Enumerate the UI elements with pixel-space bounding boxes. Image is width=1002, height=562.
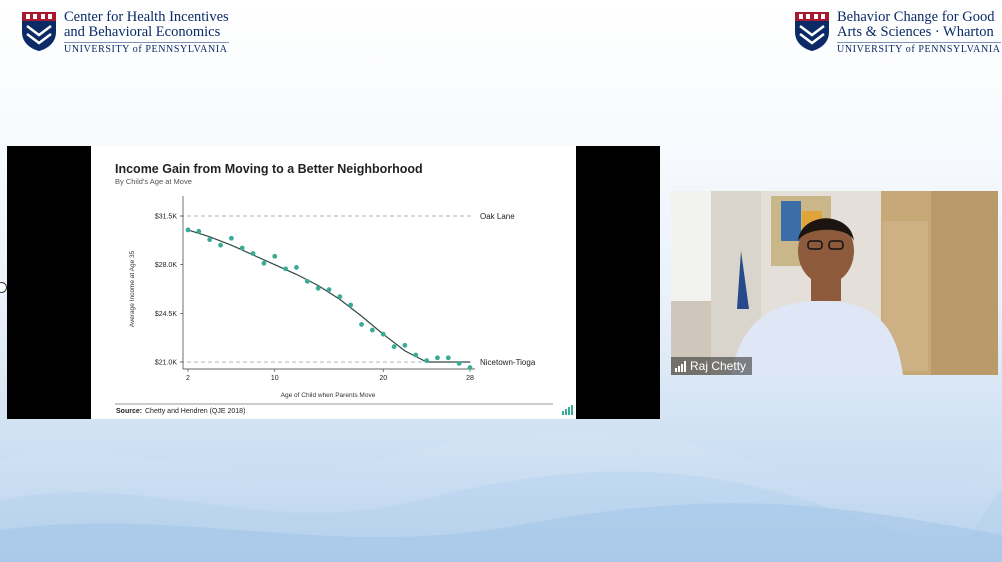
- data-point: [239, 245, 245, 251]
- data-point: [185, 227, 191, 233]
- bcfg-logo: Behavior Change for Good Arts & Sciences…: [793, 10, 1001, 57]
- logo-left-line2: and Behavioral Economics: [64, 24, 221, 40]
- chibe-logo: Center for Health Incentives and Behavio…: [20, 10, 229, 57]
- data-point: [283, 266, 289, 272]
- data-point: [380, 331, 386, 337]
- fit-line: [187, 229, 470, 363]
- y-tick-label: $21.0K: [155, 360, 178, 367]
- source-text: Chetty and Hendren (QJE 2018): [145, 408, 245, 415]
- data-point: [391, 344, 397, 350]
- penn-shield-icon: [22, 12, 56, 51]
- data-point: [424, 358, 430, 364]
- data-point: [435, 355, 440, 361]
- data-point: [402, 342, 408, 348]
- data-point: [207, 237, 213, 243]
- data-points: [185, 227, 473, 370]
- chart-axes: $21.0K $24.5K $28.0K $31.5K 2 10 20 28: [155, 196, 475, 382]
- logo-left-line1: Center for Health Incentives: [64, 9, 229, 25]
- data-point: [337, 294, 343, 300]
- reference-lines: Oak Lane Nicetown-Tioga: [180, 212, 536, 367]
- fit-curve: [187, 229, 470, 363]
- data-point: [315, 285, 321, 291]
- y-tick-label: $31.5K: [155, 214, 178, 221]
- data-point: [228, 235, 234, 241]
- income-gain-chart: Income Gain from Moving to a Better Neig…: [115, 162, 573, 415]
- y-axis-label: Average Income at Age 35: [129, 250, 136, 327]
- data-point: [261, 260, 267, 266]
- data-point: [272, 253, 278, 259]
- logo-right-line1: Behavior Change for Good: [837, 9, 995, 25]
- x-tick-label: 20: [379, 375, 387, 382]
- penn-shield-icon: [795, 12, 829, 51]
- data-point: [250, 251, 256, 256]
- reference-line-label: Oak Lane: [480, 212, 515, 221]
- logo-right-line3: UNIVERSITY of PENNSYLVANIA: [837, 42, 1001, 55]
- chart-title: Income Gain from Moving to a Better Neig…: [115, 162, 423, 176]
- data-point: [196, 228, 202, 234]
- speaker-video-frame: [671, 191, 998, 375]
- x-tick-label: 2: [186, 375, 190, 382]
- logo-right-line2: Arts & Sciences · Wharton: [837, 24, 994, 40]
- y-tick-label: $28.0K: [155, 262, 178, 269]
- signal-bars-icon: [675, 360, 686, 372]
- participant-video[interactable]: Raj Chetty: [671, 191, 998, 375]
- opportunity-insights-icon: [562, 405, 573, 415]
- data-point: [413, 352, 419, 358]
- participant-name: Raj Chetty: [690, 359, 747, 373]
- participant-name-tag: Raj Chetty: [671, 357, 753, 375]
- y-tick-label: $24.5K: [155, 311, 178, 318]
- x-axis-label: Age of Child when Parents Move: [281, 392, 376, 399]
- chart-subtitle: By Child's Age at Move: [115, 177, 192, 186]
- data-point: [326, 287, 332, 293]
- data-point: [304, 278, 310, 284]
- data-point: [348, 302, 354, 308]
- x-tick-label: 28: [466, 375, 474, 382]
- data-point: [467, 365, 473, 370]
- screen-share-panel[interactable]: Income Gain from Moving to a Better Neig…: [7, 146, 660, 419]
- presentation-slide: Income Gain from Moving to a Better Neig…: [91, 146, 576, 419]
- reference-line-label: Nicetown-Tioga: [480, 358, 536, 367]
- logo-left-line3: UNIVERSITY of PENNSYLVANIA: [64, 42, 229, 55]
- mouse-cursor-icon: [0, 282, 7, 293]
- data-point: [456, 360, 462, 366]
- x-tick-label: 10: [271, 375, 279, 382]
- data-point: [294, 265, 299, 270]
- data-point: [218, 242, 223, 248]
- data-point: [445, 355, 451, 361]
- data-point: [369, 327, 375, 333]
- data-point: [359, 322, 364, 327]
- source-label: Source:: [116, 408, 142, 415]
- background-swirl: [0, 431, 1002, 562]
